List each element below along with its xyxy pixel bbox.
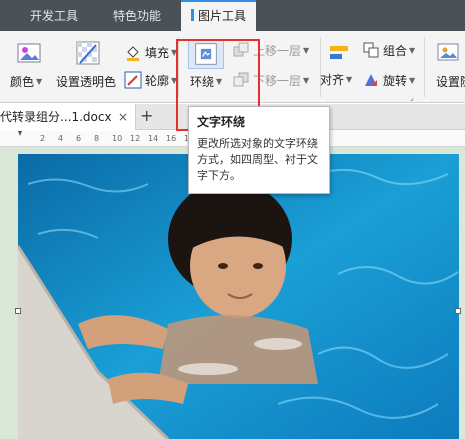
- ruler-mark: 10: [112, 134, 123, 143]
- chevron-down-icon: ▼: [346, 75, 353, 84]
- chevron-down-icon: ▼: [303, 45, 310, 55]
- ruler-mark: 2: [40, 134, 46, 143]
- rotate-button-label: 旋转: [383, 73, 408, 88]
- group-button-label: 组合: [383, 43, 408, 58]
- chevron-down-icon: ▼: [409, 45, 416, 55]
- ruler-mark: 6: [76, 134, 82, 143]
- color-button[interactable]: 颜色 ▼: [10, 73, 42, 90]
- align-button[interactable]: 对齐 ▼: [320, 71, 352, 88]
- outline-pen-icon: [124, 71, 142, 89]
- bring-forward-label: 上移一层: [253, 43, 302, 58]
- rotate-button[interactable]: 旋转 ▼: [362, 71, 415, 89]
- rotate-icon: [365, 74, 377, 86]
- color-button-label: 颜色: [10, 75, 35, 89]
- ribbon-divider: [320, 37, 321, 97]
- tab-special-features[interactable]: 特色功能: [113, 0, 161, 31]
- ruler-mark: 14: [148, 134, 159, 143]
- tab-picture-tools[interactable]: 图片工具: [181, 0, 257, 31]
- wrap-tooltip: 文字环绕 更改所选对象的文字环绕方式，如四周型、衬于文字下方。: [188, 106, 330, 194]
- image-color-icon[interactable]: [15, 39, 43, 67]
- tab-developer-tools[interactable]: 开发工具: [30, 0, 78, 31]
- align-icon[interactable]: [328, 43, 350, 65]
- tooltip-body: 更改所选对象的文字环绕方式，如四周型、衬于文字下方。: [197, 137, 318, 182]
- active-tab-indicator: [191, 9, 194, 21]
- ruler-mark: 16: [166, 134, 177, 143]
- send-backward-label: 下移一层: [253, 73, 302, 88]
- chevron-down-icon: ▼: [36, 77, 43, 86]
- tab-picture-tools-label: 图片工具: [198, 9, 247, 23]
- document-tab[interactable]: 代转录组分...1.docx ×: [0, 104, 136, 130]
- ruler-mark: 8: [94, 134, 100, 143]
- tooltip-title: 文字环绕: [197, 115, 246, 129]
- close-icon[interactable]: ×: [118, 104, 128, 130]
- menu-bar: 开发工具 特色功能 图片工具: [0, 0, 465, 31]
- document-tab-name: 代转录组分...1.docx: [0, 110, 112, 124]
- picture-settings-button[interactable]: 设置随: [436, 73, 465, 90]
- chevron-down-icon: ▼: [409, 75, 416, 85]
- paint-bucket-icon: [127, 46, 139, 61]
- new-tab-button[interactable]: +: [140, 104, 153, 128]
- ribbon-divider: [424, 37, 425, 97]
- outline-button-label: 轮廓: [145, 73, 170, 88]
- fill-button[interactable]: 填充 ▼: [124, 43, 177, 61]
- ruler-mark: 12: [130, 134, 141, 143]
- align-button-label: 对齐: [320, 73, 345, 87]
- resize-handle[interactable]: [15, 308, 21, 314]
- set-transparent-color-button[interactable]: 设置透明色: [56, 73, 116, 90]
- group-button[interactable]: 组合 ▼: [362, 41, 415, 59]
- picture-settings-icon[interactable]: [436, 41, 460, 65]
- transparent-color-icon[interactable]: [74, 39, 102, 67]
- group-icon: [363, 42, 379, 58]
- chevron-down-icon: ▼: [303, 75, 310, 85]
- fill-button-label: 填充: [145, 45, 170, 60]
- resize-handle[interactable]: [455, 308, 461, 314]
- group-expand-icon[interactable]: ⌟: [410, 93, 414, 102]
- ruler-mark: 4: [58, 134, 64, 143]
- selected-picture[interactable]: [18, 154, 459, 439]
- outline-button[interactable]: 轮廓 ▼: [124, 71, 177, 89]
